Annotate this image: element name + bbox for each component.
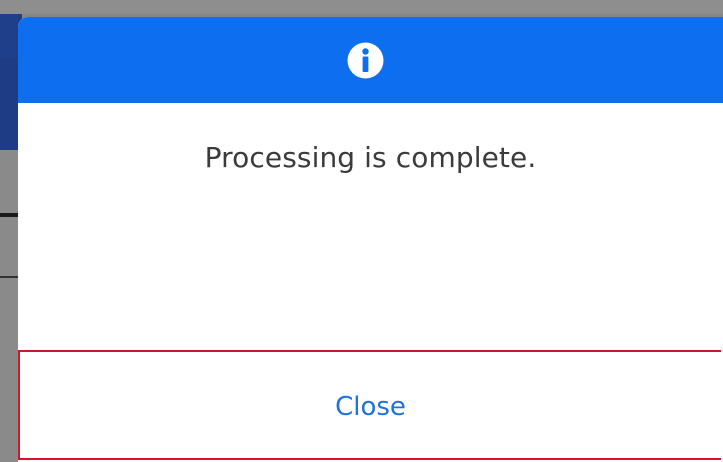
close-button[interactable]: Close <box>18 350 721 460</box>
info-dialog: Processing is complete. Close <box>18 17 723 462</box>
dialog-message: Processing is complete. <box>204 141 537 174</box>
dialog-header <box>18 17 723 103</box>
info-icon <box>347 42 384 79</box>
backdrop <box>0 0 723 14</box>
close-button-label: Close <box>335 392 406 422</box>
